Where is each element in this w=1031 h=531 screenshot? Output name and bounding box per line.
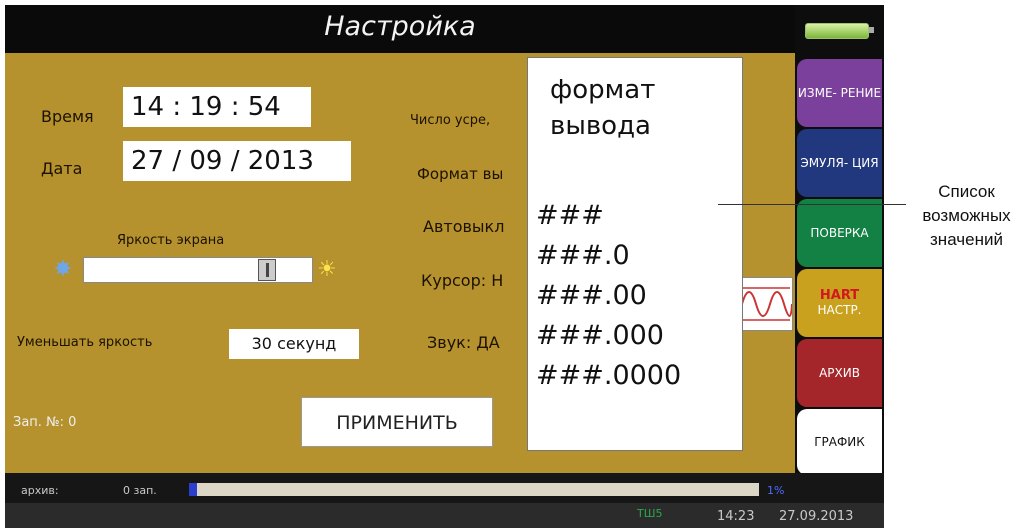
brightness-slider[interactable] xyxy=(83,257,313,283)
date-field[interactable]: 27 / 09 / 2013 xyxy=(123,141,351,181)
apply-button[interactable]: ПРИМЕНИТЬ xyxy=(301,397,493,447)
popup-title: формат вывода xyxy=(550,75,656,141)
title-bar: Настройка xyxy=(5,5,795,53)
tab-hart-settings[interactable]: HART НАСТР. xyxy=(797,269,882,337)
tab-chart[interactable]: ГРАФИК xyxy=(797,409,882,475)
hart-logo: HART xyxy=(819,288,860,303)
mode-indicator: ТШ5 xyxy=(637,507,663,520)
auto-off-label[interactable]: Автовыкл xyxy=(423,217,504,236)
archive-label: архив: xyxy=(21,484,59,497)
averaging-label[interactable]: Число усре, xyxy=(410,113,490,128)
dim-timeout-field[interactable]: 30 секунд xyxy=(229,329,359,359)
brightness-label: Яркость экрана xyxy=(117,233,225,248)
waveform-icon[interactable] xyxy=(739,277,793,331)
archive-progress-bar xyxy=(189,483,759,496)
format-option[interactable]: ### xyxy=(536,200,604,231)
tab-measure[interactable]: ИЗМЕ- РЕНИЕ xyxy=(797,59,882,127)
tab-hart-label: НАСТР. xyxy=(817,303,862,317)
archive-progress-fill xyxy=(189,483,197,496)
record-number: Зап. №: 0 xyxy=(13,415,77,430)
archive-record-count: 0 зап. xyxy=(123,484,157,497)
mode-tabs: ИЗМЕ- РЕНИЕ ЭМУЛЯ- ЦИЯ ПОВЕРКА HART НАСТ… xyxy=(795,53,884,475)
tab-emulation[interactable]: ЭМУЛЯ- ЦИЯ xyxy=(797,129,882,197)
time-label: Время xyxy=(41,107,94,126)
battery-icon xyxy=(805,23,869,39)
format-option[interactable]: ###.0 xyxy=(536,240,630,271)
format-option[interactable]: ###.00 xyxy=(536,280,647,311)
date-label: Дата xyxy=(41,159,83,178)
brightness-low-icon[interactable]: ✸ xyxy=(47,255,79,283)
battery-tip-icon xyxy=(869,27,874,33)
tab-calibration[interactable]: ПОВЕРКА xyxy=(797,199,882,267)
callout-line xyxy=(718,204,906,205)
device-screen: Настройка Время 14 : 19 : 54 Дата 27 / 0… xyxy=(5,5,884,528)
callout-annotation: Список возможных значений xyxy=(922,182,1011,249)
cursor-label[interactable]: Курсор: Н xyxy=(421,271,503,290)
format-options-popup: формат вывода ### ###.0 ###.00 ###.000 #… xyxy=(527,57,743,451)
output-format-label[interactable]: Формат вы xyxy=(417,165,503,183)
status-date: 27.09.2013 xyxy=(779,509,854,524)
status-time: 14:23 xyxy=(717,509,755,524)
brightness-slider-thumb[interactable] xyxy=(258,259,276,281)
sound-label[interactable]: Звук: ДА xyxy=(427,333,500,352)
dim-label: Уменьшать яркость xyxy=(17,335,153,350)
archive-percent: 1% xyxy=(767,484,785,497)
time-field[interactable]: 14 : 19 : 54 xyxy=(123,87,311,127)
tab-archive[interactable]: АРХИВ xyxy=(797,339,882,407)
format-option[interactable]: ###.000 xyxy=(536,320,664,351)
format-option[interactable]: ###.0000 xyxy=(536,360,681,391)
brightness-high-icon[interactable]: ☀ xyxy=(311,255,343,283)
page-title: Настройка xyxy=(324,11,476,42)
status-bar: архив: 0 зап. 1% ТШ5 14:23 27.09.2013 xyxy=(5,473,884,528)
